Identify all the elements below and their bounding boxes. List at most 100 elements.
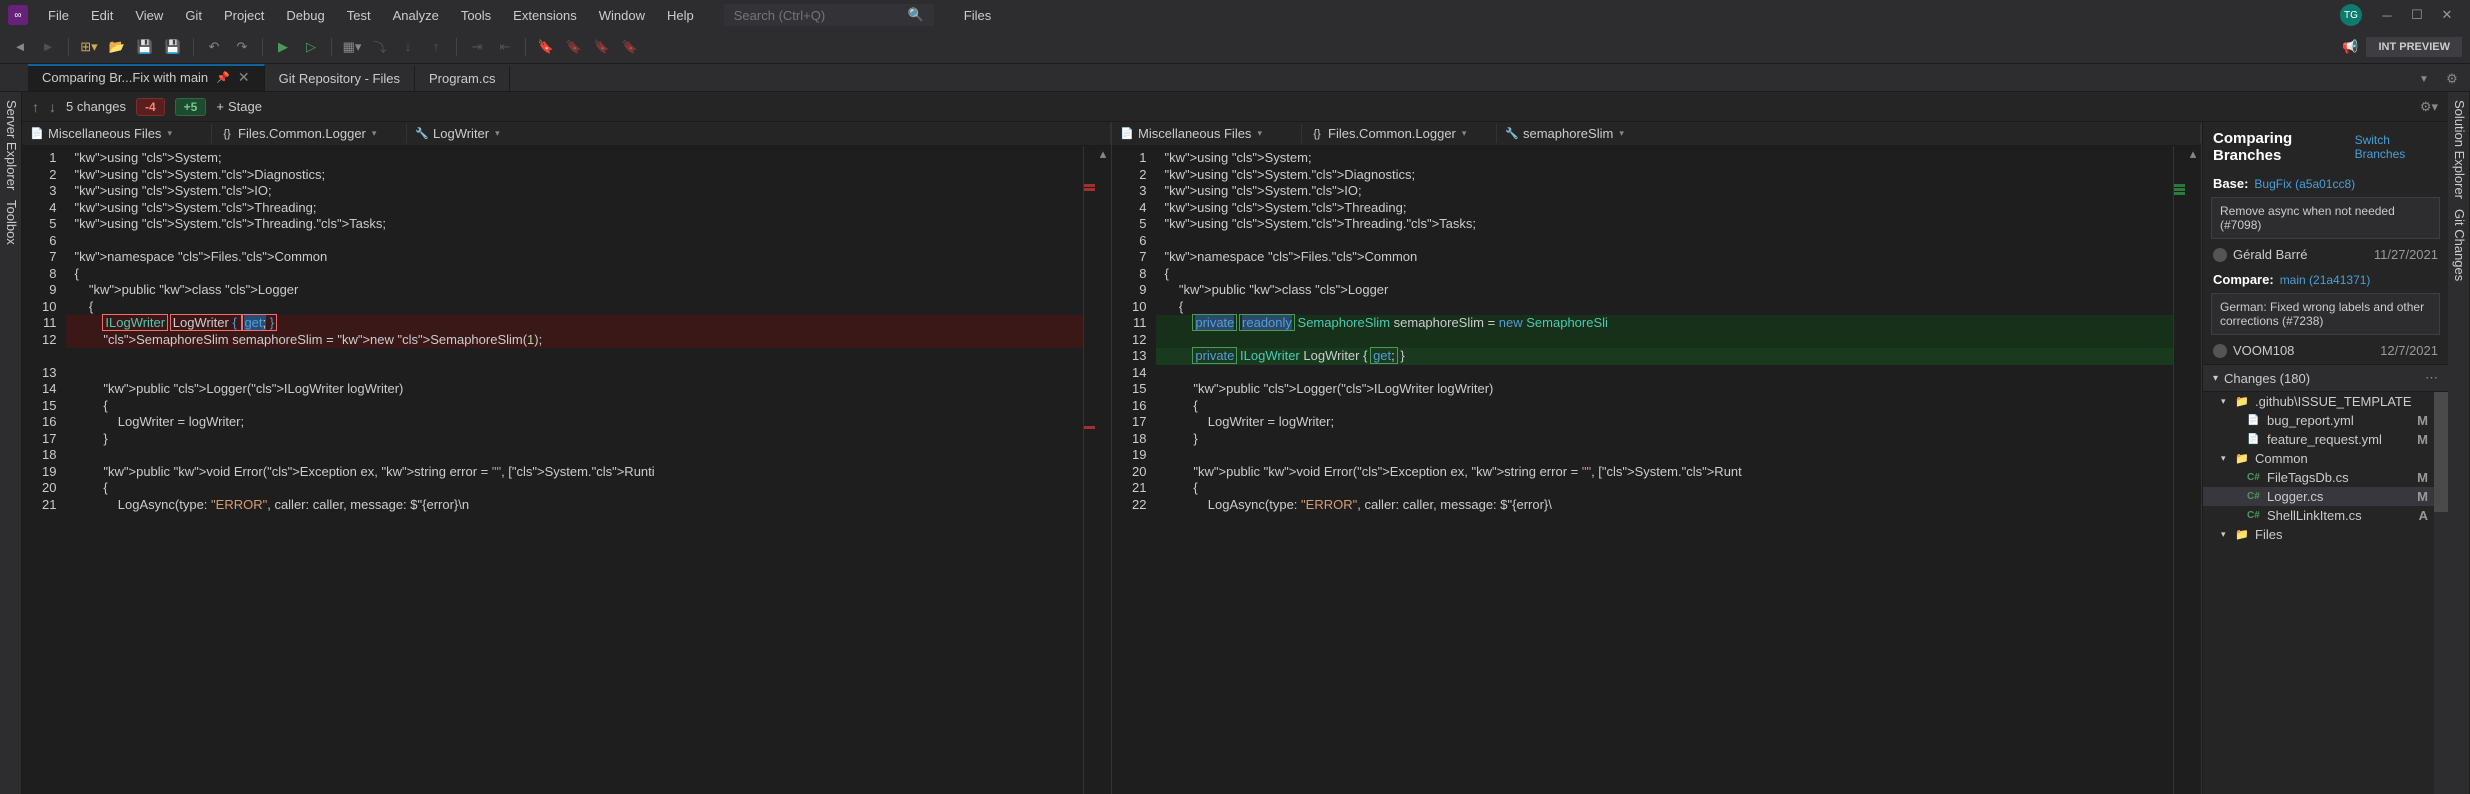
redo-icon[interactable]: ↷	[230, 35, 254, 59]
dropdown-icon[interactable]: ▾	[372, 128, 377, 139]
document-tab[interactable]: Program.cs	[415, 66, 510, 91]
bookmark-next-icon[interactable]: 🔖	[590, 35, 614, 59]
undo-icon[interactable]: ↶	[202, 35, 226, 59]
sidetab-git-changes[interactable]: Git Changes	[2450, 209, 2467, 281]
left-minimap[interactable]	[1083, 146, 1095, 794]
search-box[interactable]: 🔍	[724, 4, 934, 26]
breadcrumb-item[interactable]: 🔧semaphoreSlim▾	[1497, 124, 2201, 143]
step-out-icon[interactable]: ↑	[424, 35, 448, 59]
namespace-icon: {}	[1310, 127, 1324, 141]
menu-help[interactable]: Help	[657, 4, 704, 27]
right-pane: 📄Miscellaneous Files▾{}Files.Common.Logg…	[1112, 122, 2202, 794]
plus-icon: +	[216, 99, 224, 114]
pin-icon[interactable]: 📌	[216, 71, 230, 84]
prev-change-icon[interactable]: ↑	[32, 99, 39, 115]
tree-folder[interactable]: ▾📁Common	[2203, 449, 2448, 468]
start-no-debug-icon[interactable]: ▷	[299, 35, 323, 59]
left-scrollbar[interactable]: ▴	[1095, 146, 1111, 794]
menu-debug[interactable]: Debug	[276, 4, 334, 27]
base-commit-msg: Remove async when not needed (#7098)	[2211, 197, 2440, 239]
tree-scrollbar[interactable]	[2434, 392, 2448, 794]
files-menu[interactable]: Files	[954, 4, 1001, 27]
dropdown-icon[interactable]: ▾	[495, 128, 500, 139]
stage-button[interactable]: +Stage	[216, 99, 262, 114]
tree-file[interactable]: C#Logger.csM	[2203, 487, 2448, 506]
menu-git[interactable]: Git	[175, 4, 212, 27]
expand-icon: ▾	[2221, 453, 2231, 464]
close-button[interactable]: ✕	[2432, 0, 2462, 30]
menu-edit[interactable]: Edit	[81, 4, 123, 27]
dropdown-icon[interactable]: ▾	[167, 128, 172, 139]
save-all-icon[interactable]: 💾	[161, 35, 185, 59]
right-minimap[interactable]	[2173, 146, 2185, 794]
breadcrumb-item[interactable]: 📄Miscellaneous Files▾	[1112, 124, 1302, 143]
tree-file[interactable]: C#FileTagsDb.csM	[2203, 468, 2448, 487]
tree-file[interactable]: 📄feature_request.ymlM	[2203, 430, 2448, 449]
sidetab-toolbox[interactable]: Toolbox	[2, 200, 19, 245]
sidetab-server-explorer[interactable]: Server Explorer	[2, 100, 19, 190]
step-into-icon[interactable]: ↓	[396, 35, 420, 59]
base-label: Base:	[2213, 176, 2248, 191]
menu-tools[interactable]: Tools	[451, 4, 501, 27]
tree-folder[interactable]: ▾📁Files	[2203, 525, 2448, 544]
changes-header[interactable]: ▾Changes (180)⋯	[2203, 364, 2448, 392]
breadcrumb-item[interactable]: {}Files.Common.Logger▾	[1302, 124, 1497, 143]
new-item-icon[interactable]: ⊞▾	[77, 35, 101, 59]
nav-back-icon[interactable]: ◄	[8, 35, 32, 59]
breadcrumb-item[interactable]: 📄Miscellaneous Files▾	[22, 124, 212, 143]
folder-icon: 📁	[2235, 528, 2251, 541]
tabs-dropdown-icon[interactable]: ▼	[2412, 67, 2436, 91]
outdent-icon[interactable]: ⇤	[493, 35, 517, 59]
left-sidebar-tabs[interactable]: Server Explorer Toolbox	[0, 92, 22, 794]
indent-icon[interactable]: ⇥	[465, 35, 489, 59]
nav-fwd-icon[interactable]: ►	[36, 35, 60, 59]
tree-file[interactable]: 📄bug_report.ymlM	[2203, 411, 2448, 430]
switch-branches-link[interactable]: Switch Branches	[2355, 133, 2438, 161]
compare-branch-link[interactable]: main (21a41371)	[2280, 273, 2371, 287]
close-tab-icon[interactable]: ✕	[238, 69, 250, 86]
bookmark-icon[interactable]: 🔖	[534, 35, 558, 59]
menu-view[interactable]: View	[125, 4, 173, 27]
breadcrumb-item[interactable]: 🔧LogWriter▾	[407, 124, 1111, 143]
bookmark-clear-icon[interactable]: 🔖	[618, 35, 642, 59]
user-icon	[2213, 248, 2227, 262]
right-editor[interactable]: 12345678910111213141516171819202122 "kw"…	[1112, 146, 2201, 794]
more-icon[interactable]: ⋯	[2425, 370, 2438, 386]
step-over-icon[interactable]: ⤵	[368, 35, 392, 59]
feedback-icon[interactable]: 📢	[2338, 35, 2362, 59]
right-scrollbar[interactable]: ▴	[2185, 146, 2201, 794]
sidetab-solution-explorer[interactable]: Solution Explorer	[2450, 100, 2467, 199]
menu-extensions[interactable]: Extensions	[503, 4, 587, 27]
save-icon[interactable]: 💾	[133, 35, 157, 59]
bookmark-prev-icon[interactable]: 🔖	[562, 35, 586, 59]
dropdown-icon[interactable]: ▾	[1257, 128, 1262, 139]
right-sidebar-tabs[interactable]: Solution Explorer Git Changes	[2448, 92, 2470, 794]
menu-project[interactable]: Project	[214, 4, 274, 27]
left-editor[interactable]: 123456789101112131415161718192021 "kw">u…	[22, 146, 1111, 794]
tree-file[interactable]: C#ShellLinkItem.csA	[2203, 506, 2448, 525]
menu-window[interactable]: Window	[589, 4, 655, 27]
user-avatar[interactable]: TG	[2340, 4, 2362, 26]
start-icon[interactable]: ▶	[271, 35, 295, 59]
layout-icon[interactable]: ▦▾	[340, 35, 364, 59]
base-branch-link[interactable]: BugFix (a5a01cc8)	[2254, 177, 2355, 191]
search-icon[interactable]: 🔍	[908, 7, 924, 23]
open-icon[interactable]: 📂	[105, 35, 129, 59]
tabs-settings-icon[interactable]: ⚙	[2440, 67, 2464, 91]
menu-test[interactable]: Test	[337, 4, 381, 27]
diff-settings-icon[interactable]: ⚙▾	[2420, 99, 2438, 115]
document-tab[interactable]: Git Repository - Files	[265, 66, 415, 91]
maximize-button[interactable]: ☐	[2402, 0, 2432, 30]
dropdown-icon[interactable]: ▾	[1462, 128, 1467, 139]
preview-badge[interactable]: INT PREVIEW	[2366, 37, 2462, 57]
minimize-button[interactable]: ─	[2372, 0, 2402, 30]
search-input[interactable]	[734, 8, 904, 23]
menu-analyze[interactable]: Analyze	[383, 4, 449, 27]
menu-file[interactable]: File	[38, 4, 79, 27]
document-tab[interactable]: Comparing Br...Fix with main📌✕	[28, 64, 265, 91]
tree-folder[interactable]: ▾📁.github\ISSUE_TEMPLATE	[2203, 392, 2448, 411]
compare-author: VOOM108	[2213, 343, 2294, 358]
dropdown-icon[interactable]: ▾	[1619, 128, 1624, 139]
breadcrumb-item[interactable]: {}Files.Common.Logger▾	[212, 124, 407, 143]
next-change-icon[interactable]: ↓	[49, 99, 56, 115]
